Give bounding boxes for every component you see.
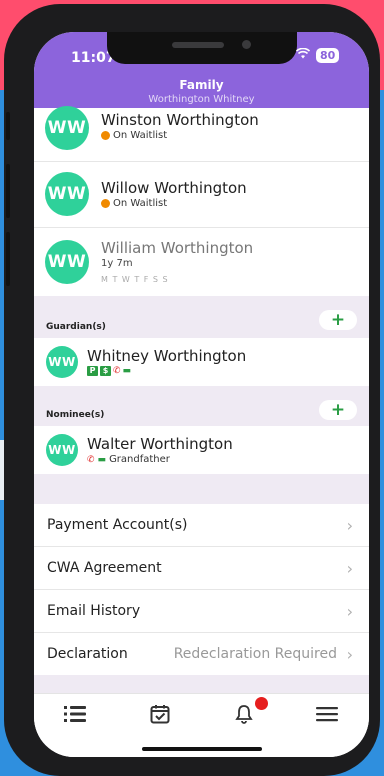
guardian-name: Whitney Worthington: [87, 347, 247, 365]
payer-badge-icon: $: [100, 366, 111, 376]
status-indicators: 80: [295, 47, 340, 63]
silent-switch: [6, 112, 10, 140]
avatar: WW: [45, 106, 89, 150]
app-header: 11:07 80 Family Worthington Whitney: [34, 32, 369, 108]
phone-icon: ✆: [87, 454, 95, 465]
calendar-check-icon: [150, 705, 170, 724]
child-name: Winston Worthington: [101, 111, 259, 129]
add-guardian-button[interactable]: +: [319, 310, 357, 330]
volume-up-button: [6, 164, 10, 218]
clock-icon: [101, 199, 110, 208]
notification-dot: [255, 697, 268, 710]
chevron-right-icon: ›: [346, 559, 353, 578]
attendance-days: M T W T F S S: [101, 275, 169, 284]
page-subtitle: Worthington Whitney: [148, 94, 255, 105]
chevron-right-icon: ›: [346, 645, 353, 664]
notch: [107, 32, 297, 64]
add-nominee-button[interactable]: +: [319, 400, 357, 420]
child-status: On Waitlist: [101, 198, 167, 209]
volume-down-button: [6, 232, 10, 286]
child-age: 1y 7m: [101, 258, 133, 269]
child-row[interactable]: WW Winston Worthington On Waitlist: [34, 106, 369, 161]
menu-label: Email History: [47, 603, 141, 619]
avatar: WW: [46, 346, 78, 378]
speaker: [172, 42, 224, 48]
menu-label: Declaration: [47, 646, 128, 662]
chevron-right-icon: ›: [346, 602, 353, 621]
camera: [242, 40, 251, 49]
avatar: WW: [45, 240, 89, 284]
clock-icon: [101, 131, 110, 140]
phone-icon: ✆: [113, 366, 121, 376]
primary-badge-icon: P: [87, 366, 98, 376]
nominee-relation: Grandfather: [109, 454, 170, 465]
chevron-right-icon: ›: [346, 516, 353, 535]
guardians-section-header: Guardian(s) +: [34, 296, 369, 338]
bell-icon: [235, 705, 253, 724]
nominee-name: Walter Worthington: [87, 435, 233, 453]
avatar: WW: [45, 172, 89, 216]
tab-menu[interactable]: [312, 702, 342, 726]
nominees-label: Nominee(s): [46, 410, 105, 420]
menu-cwa-agreement[interactable]: CWA Agreement ›: [34, 547, 369, 589]
child-row[interactable]: WW Willow Worthington On Waitlist: [34, 162, 369, 226]
guardian-badges: P $ ✆ ▬: [87, 366, 131, 376]
menu-label: CWA Agreement: [47, 560, 162, 576]
list-icon: [64, 706, 86, 722]
status-text: On Waitlist: [113, 130, 168, 141]
guardians-label: Guardian(s): [46, 322, 106, 332]
menu-email-history[interactable]: Email History ›: [34, 590, 369, 632]
nominee-row[interactable]: WW Walter Worthington ✆ ▬ Grandfather: [34, 426, 369, 474]
app-screen: 11:07 80 Family Worthington Whitney WW W…: [34, 32, 369, 757]
menu-icon: [316, 707, 338, 722]
status-text: On Waitlist: [113, 198, 168, 209]
tab-list[interactable]: [60, 702, 90, 726]
menu-declaration[interactable]: Declaration Redeclaration Required ›: [34, 633, 369, 675]
menu-payment-accounts[interactable]: Payment Account(s) ›: [34, 504, 369, 546]
page-title: Family: [179, 78, 224, 92]
child-name: William Worthington: [101, 239, 254, 257]
child-status: On Waitlist: [101, 130, 167, 141]
battery-icon: 80: [316, 48, 340, 63]
avatar: WW: [46, 434, 78, 466]
home-indicator[interactable]: [142, 747, 262, 751]
tab-calendar[interactable]: [145, 702, 175, 726]
guardian-row[interactable]: WW Whitney Worthington P $ ✆ ▬: [34, 338, 369, 386]
pickup-car-icon: ▬: [97, 454, 107, 465]
wifi-icon: [295, 47, 311, 63]
nominees-section-header: Nominee(s) +: [34, 386, 369, 426]
nominee-details: ✆ ▬ Grandfather: [87, 454, 170, 465]
child-name: Willow Worthington: [101, 179, 247, 197]
declaration-status: Redeclaration Required: [173, 646, 337, 662]
pickup-car-icon: ▬: [122, 366, 132, 376]
phone-frame: 11:07 80 Family Worthington Whitney WW W…: [4, 4, 380, 776]
menu-label: Payment Account(s): [47, 517, 188, 533]
child-row[interactable]: WW William Worthington 1y 7m M T W T F S…: [34, 228, 369, 296]
